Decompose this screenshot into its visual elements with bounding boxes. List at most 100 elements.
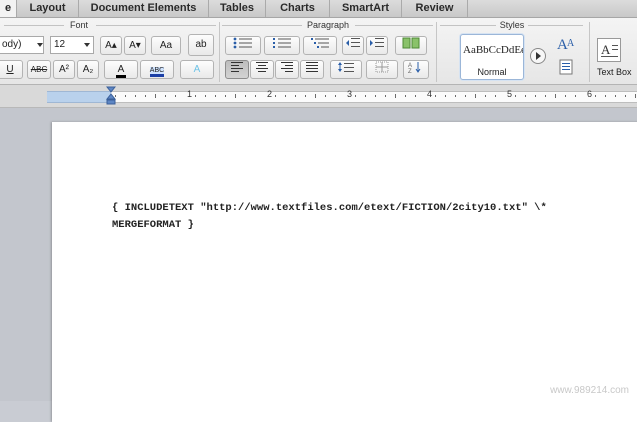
tab-home[interactable]: e: [0, 0, 17, 17]
ruler-tick: [165, 95, 166, 97]
ruler-tick: [455, 95, 456, 97]
underline-button[interactable]: U: [0, 60, 23, 79]
styles-pane-icon: AA: [556, 37, 578, 58]
borders-icon: [375, 61, 389, 76]
manage-styles-icon: [558, 59, 574, 80]
font-size-dropdown-icon[interactable]: [84, 43, 90, 47]
align-right-button[interactable]: [275, 60, 299, 79]
subscript-button[interactable]: A₂: [77, 60, 99, 79]
increase-indent-button[interactable]: [366, 36, 388, 55]
ruler-tick: [475, 94, 476, 98]
ruler-tick: [255, 95, 256, 97]
align-left-icon: [230, 62, 244, 75]
paragraph-group-rule-left: [222, 25, 302, 26]
document-page[interactable]: { INCLUDETEXT "http://www.textfiles.com/…: [52, 122, 637, 422]
ruler-tick: [115, 95, 116, 97]
ruler-tick: [565, 95, 566, 97]
justify-icon: [305, 62, 319, 75]
grow-font-button[interactable]: A▴: [100, 36, 122, 55]
text-box-button[interactable]: A: [597, 38, 621, 62]
decrease-indent-icon: [345, 38, 361, 52]
ruler-tick: [405, 95, 406, 97]
tab-layout[interactable]: Layout: [17, 0, 79, 17]
ruler-tick: [555, 94, 556, 98]
justify-button[interactable]: [300, 60, 324, 79]
font-group-label: Font: [69, 20, 88, 30]
styles-group-rule-left: [440, 25, 496, 26]
borders-button[interactable]: [366, 60, 398, 79]
horizontal-ruler[interactable]: 1 2 3 4 5 6: [0, 85, 637, 108]
ruler-tick: [445, 95, 446, 97]
svg-text:A: A: [567, 38, 575, 49]
styles-pane-button[interactable]: AA: [556, 34, 578, 54]
document-workspace: { INCLUDETEXT "http://www.textfiles.com/…: [0, 108, 637, 422]
change-case-button[interactable]: Aa: [151, 36, 181, 55]
font-name-dropdown-icon[interactable]: [37, 43, 43, 47]
tab-review[interactable]: Review: [402, 0, 468, 17]
ruler-tick: [375, 95, 376, 97]
columns-button[interactable]: [395, 36, 427, 55]
svg-text:Z: Z: [408, 69, 412, 73]
font-group-separator: [219, 22, 220, 82]
tab-tables[interactable]: Tables: [209, 0, 266, 17]
numbering-button[interactable]: [264, 36, 300, 55]
line-spacing-button[interactable]: [330, 60, 362, 79]
ruler-tick: [235, 94, 236, 98]
ruler-tick: [215, 95, 216, 97]
ruler-tick: [355, 95, 356, 97]
decrease-indent-button[interactable]: [342, 36, 364, 55]
styles-group-separator: [589, 22, 590, 82]
tab-charts[interactable]: Charts: [266, 0, 330, 17]
ruler-left-margin: [47, 91, 111, 103]
ribbon: Font ody) 12 A▴ A▾ Aa ab U ABC A² A₂ A A…: [0, 18, 637, 85]
ruler-tick: [305, 95, 306, 97]
text-box-label: Text Box: [597, 67, 632, 77]
highlight-button[interactable]: ABC: [140, 60, 174, 79]
ruler-tick: [515, 95, 516, 97]
tab-document-elements[interactable]: Document Elements: [79, 0, 209, 17]
paragraph-group-rule-right: [355, 25, 433, 26]
bullet-list-icon: [233, 37, 253, 52]
font-color-button[interactable]: A: [104, 60, 138, 79]
superscript-button[interactable]: A²: [53, 60, 75, 79]
ruler-tick: [535, 95, 536, 97]
line-spacing-icon: [337, 62, 355, 76]
sort-icon: AZ: [408, 62, 424, 76]
shrink-font-button[interactable]: A▾: [124, 36, 146, 55]
ruler-tick: [125, 95, 126, 97]
strikethrough-button[interactable]: ABC: [27, 60, 51, 79]
ruler-tick: [625, 95, 626, 97]
font-group-rule-left: [4, 25, 64, 26]
ruler-tick: [295, 95, 296, 97]
align-left-button[interactable]: [225, 60, 249, 79]
text-effects-button[interactable]: A: [180, 60, 214, 79]
sort-button[interactable]: AZ: [403, 60, 429, 79]
font-group-rule-right: [96, 25, 216, 26]
styles-group-label: Styles: [499, 20, 525, 30]
clear-formatting-button[interactable]: ab: [188, 34, 214, 56]
align-center-button[interactable]: [250, 60, 274, 79]
tab-smartart[interactable]: SmartArt: [330, 0, 402, 17]
ruler-tick: [575, 95, 576, 97]
style-normal-gallery-item[interactable]: AaBbCcDdEe Normal: [460, 34, 524, 80]
ruler-tick: [525, 95, 526, 97]
ribbon-tab-bar: e Layout Document Elements Tables Charts…: [0, 0, 637, 18]
multilevel-list-button[interactable]: [303, 36, 337, 55]
bullets-button[interactable]: [225, 36, 261, 55]
ruler-label-3: 3: [347, 89, 353, 99]
ruler-label-2: 2: [267, 89, 273, 99]
ruler-tick: [495, 95, 496, 97]
play-arrow-icon: [536, 52, 541, 60]
ruler-tick: [545, 95, 546, 97]
ruler-label-5: 5: [507, 89, 513, 99]
ruler-label-1: 1: [187, 89, 193, 99]
includetext-field-code[interactable]: { INCLUDETEXT "http://www.textfiles.com/…: [112, 200, 632, 234]
styles-next-button[interactable]: [530, 48, 546, 64]
ruler-tick: [275, 95, 276, 97]
ruler-tick: [365, 95, 366, 97]
align-right-icon: [280, 62, 294, 75]
manage-styles-button[interactable]: [558, 58, 574, 76]
font-color-icon: A: [115, 64, 127, 78]
ruler-tick: [175, 95, 176, 97]
align-center-icon: [255, 62, 269, 75]
